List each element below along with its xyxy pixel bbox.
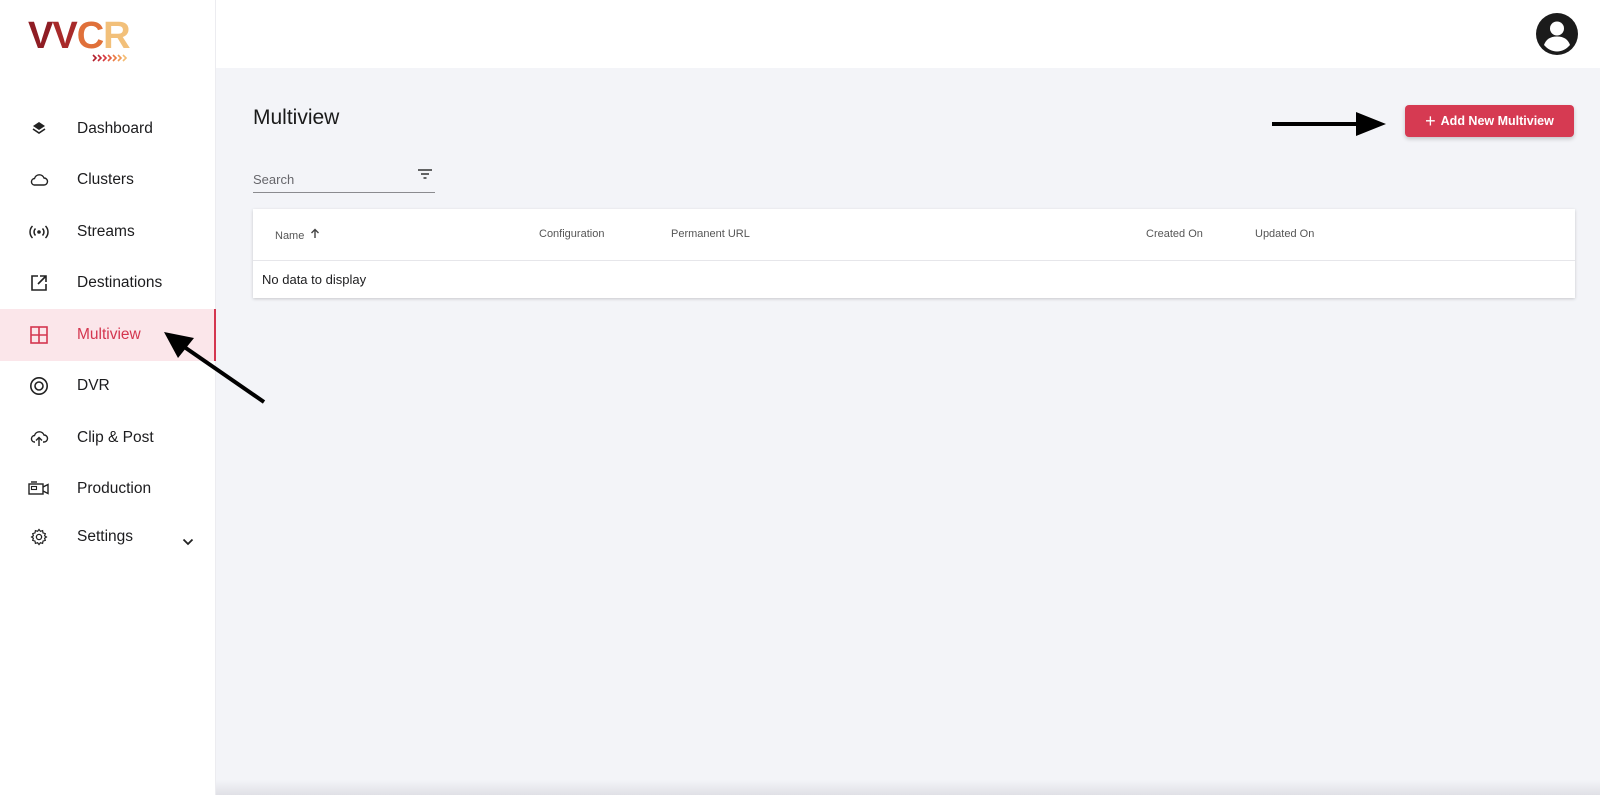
column-header-updated-on[interactable]: Updated On — [1255, 228, 1314, 240]
sidebar-item-label: Streams — [77, 222, 135, 240]
sidebar-item-label: Destinations — [77, 274, 163, 292]
column-header-name[interactable]: Name — [275, 228, 320, 242]
sidebar-item-label: Multiview — [77, 325, 141, 343]
app-logo[interactable]: VVCR — [28, 16, 138, 66]
page-title: Multiview — [253, 106, 340, 129]
filter-icon[interactable] — [417, 167, 433, 181]
sidebar-item-label: Clusters — [77, 171, 134, 189]
gear-icon — [28, 526, 50, 548]
sidebar-item-settings[interactable]: Settings — [0, 515, 216, 559]
grid-icon — [28, 324, 50, 346]
sidebar-item-production[interactable]: Production — [0, 464, 216, 516]
sidebar-item-label: Dashboard — [77, 119, 153, 137]
chevron-down-icon[interactable] — [182, 533, 194, 551]
sidebar-item-clusters[interactable]: Clusters — [0, 155, 216, 207]
sort-ascending-icon — [310, 228, 320, 242]
bottom-shadow — [216, 780, 1600, 795]
cloud-icon — [28, 169, 50, 191]
column-header-permanent-url[interactable]: Permanent URL — [671, 228, 750, 240]
column-header-configuration[interactable]: Configuration — [539, 228, 604, 240]
sidebar-item-clip-post[interactable]: Clip & Post — [0, 412, 216, 464]
multiview-table: Name Configuration Permanent URL Created… — [253, 209, 1575, 298]
table-header: Name Configuration Permanent URL Created… — [253, 209, 1575, 261]
add-new-multiview-button[interactable]: + Add New Multiview — [1405, 105, 1574, 137]
column-header-label: Name — [275, 230, 305, 242]
sidebar-item-label: Clip & Post — [77, 428, 154, 446]
record-icon — [28, 375, 50, 397]
column-header-created-on[interactable]: Created On — [1146, 228, 1203, 240]
sidebar-item-streams[interactable]: Streams — [0, 206, 216, 258]
sidebar-item-dashboard[interactable]: Dashboard — [0, 103, 216, 155]
external-link-icon — [28, 272, 50, 294]
layers-icon — [28, 118, 50, 140]
sidebar-item-label: Production — [77, 480, 152, 498]
top-bar — [216, 0, 1600, 68]
add-button-label: Add New Multiview — [1440, 114, 1554, 128]
sidebar-item-destinations[interactable]: Destinations — [0, 258, 216, 310]
sidebar-item-label: DVR — [77, 377, 110, 395]
annotation-arrow-right — [1272, 112, 1386, 136]
search-field — [253, 166, 435, 193]
broadcast-icon — [28, 221, 50, 243]
annotation-arrow-diagonal — [164, 332, 266, 404]
plus-icon: + — [1425, 110, 1436, 131]
cloud-upload-icon — [28, 427, 50, 449]
search-input[interactable] — [253, 172, 403, 187]
video-camera-icon — [28, 478, 50, 500]
logo-chevrons — [92, 54, 128, 65]
empty-state-message: No data to display — [262, 272, 367, 287]
sidebar-item-label: Settings — [77, 528, 134, 545]
logo-text: VVCR — [28, 15, 131, 57]
user-avatar-icon[interactable] — [1535, 12, 1579, 56]
